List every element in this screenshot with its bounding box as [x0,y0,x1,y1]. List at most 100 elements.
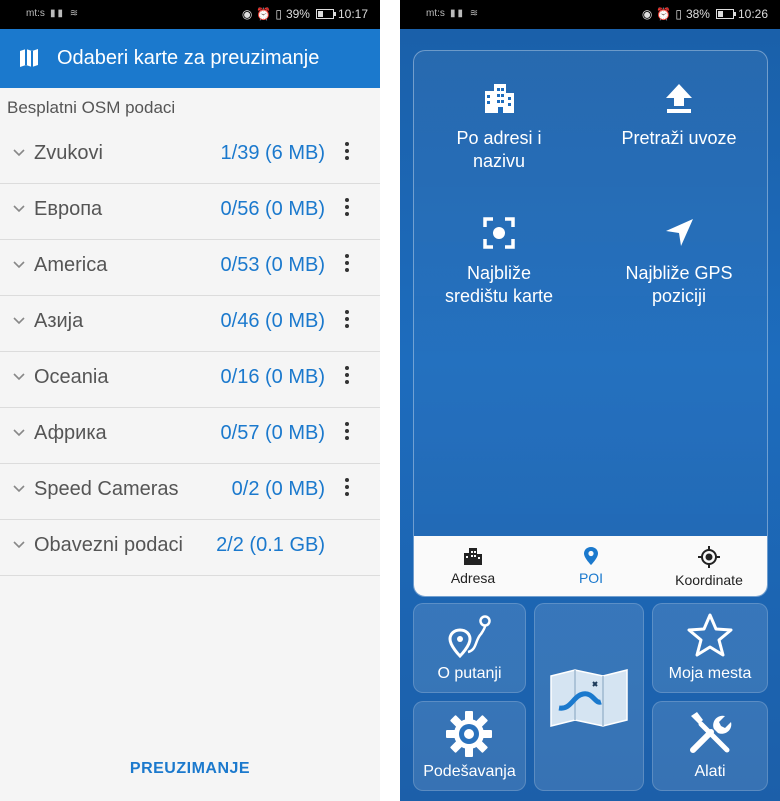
map-group-row[interactable]: Европа 0/56 (0 MB) [0,184,380,240]
vibrate-icon: ▯ [675,7,682,21]
option-label: Po adresi i [456,128,542,148]
map-group-name: Африка [34,422,107,444]
route-pin-icon [448,615,491,659]
signal-icons: ▮▮ ≋ [50,8,81,19]
chevron-down-icon [13,373,25,381]
more-vert-icon[interactable] [344,478,350,500]
map-group-name: America [34,254,108,276]
crosshair-icon [698,546,720,568]
map-icon [20,49,38,67]
chevron-down-icon [13,485,25,493]
map-tile[interactable] [534,603,644,791]
status-time: 10:26 [737,7,768,21]
left-screen: mt:s ▮▮ ≋ ◉ ⏰ ▯ 39% 10:17 Odaberi karte … [0,0,380,801]
more-vert-icon[interactable] [344,198,350,220]
option-label: Najbliže GPS [625,263,733,283]
map-group-row[interactable]: Африка 0/57 (0 MB) [0,408,380,464]
folded-map-icon [550,669,628,727]
chevron-down-icon [13,541,25,549]
status-time: 10:17 [337,7,368,21]
map-group-count: 2/2 (0.1 GB) [216,534,325,556]
tools-icon [690,712,732,753]
download-button[interactable]: PREUZIMANJE [0,760,380,778]
map-group-count: 0/53 (0 MB) [220,254,325,276]
signal-icons: ▮▮ ≋ [450,8,481,19]
star-icon [687,613,733,657]
vibrate-icon: ▯ [275,7,282,21]
map-group-count: 0/2 (0 MB) [231,478,325,500]
map-pin-icon [584,547,598,565]
map-group-row[interactable]: Obavezni podaci 2/2 (0.1 GB) [0,520,380,576]
status-bar: mt:s ▮▮ ≋ ◉ ⏰ ▯ 38% 10:26 [400,0,780,29]
page-title: Odaberi karte za preuzimanje [57,47,320,69]
search-panel: Po adresi i nazivu Pretraži uvoze Najbli… [413,50,768,597]
route-tile[interactable]: O putanji [413,603,526,693]
map-group-row[interactable]: Oceania 0/16 (0 MB) [0,352,380,408]
battery-percent: 38% [685,7,710,21]
battery-icon [715,9,736,19]
search-imports-option[interactable]: Pretraži uvoze [594,81,764,150]
tile-label: Podešavanja [423,763,516,780]
map-group-name: Европа [34,198,103,220]
battery-icon [315,9,336,19]
more-vert-icon[interactable] [344,142,350,164]
option-label: Najbliže [466,263,532,283]
map-group-row[interactable]: America 0/53 (0 MB) [0,240,380,296]
chevron-down-icon [13,317,25,325]
favorites-tile[interactable]: Moja mesta [652,603,768,693]
map-group-name: Zvukovi [34,142,103,164]
map-group-name: Oceania [34,366,109,388]
section-heading: Besplatni OSM podaci [7,98,176,117]
building-icon [485,84,514,113]
right-screen: mt:s ▮▮ ≋ ◉ ⏰ ▯ 38% 10:26 Po adresi i na… [400,0,780,801]
tile-label: O putanji [437,665,502,682]
map-group-row[interactable]: Азија 0/46 (0 MB) [0,296,380,352]
eye-icon: ◉ [641,7,653,21]
tab-label: POI [578,570,604,586]
settings-tile[interactable]: Podešavanja [413,701,526,791]
map-group-count: 0/16 (0 MB) [220,366,325,388]
tile-label: Alati [694,763,726,780]
map-group-name: Азија [34,310,84,332]
app-bar: Odaberi karte za preuzimanje [0,29,380,88]
battery-percent: 39% [285,7,310,21]
more-vert-icon[interactable] [344,254,350,276]
map-group-count: 1/39 (6 MB) [220,142,325,164]
map-group-name: Obavezni podaci [34,534,183,556]
tab-coordinates[interactable]: Koordinate [650,536,767,596]
carrier-label: mt:s [26,8,45,19]
option-label: Pretraži uvoze [621,128,737,148]
chevron-down-icon [13,205,25,213]
building-icon [464,548,482,565]
map-group-row[interactable]: Zvukovi 1/39 (6 MB) [0,128,380,184]
map-group-count: 0/56 (0 MB) [220,198,325,220]
option-label-line2: poziciji [651,286,707,306]
alarm-icon: ⏰ [256,7,272,21]
map-group-count: 0/57 (0 MB) [220,422,325,444]
nearest-map-center-option[interactable]: Najbliže središtu karte [414,216,584,308]
chevron-down-icon [13,261,25,269]
option-label-line2: nazivu [472,151,526,171]
option-label-line2: središtu karte [444,286,554,306]
search-by-address-option[interactable]: Po adresi i nazivu [414,81,584,173]
tab-poi[interactable]: POI [532,536,650,596]
navigation-arrow-icon [666,219,693,246]
tab-address[interactable]: Adresa [414,536,532,596]
chevron-down-icon [13,429,25,437]
focus-center-icon [483,217,515,249]
nearest-gps-option[interactable]: Najbliže GPS poziciji [594,216,764,308]
tab-label: Koordinate [675,572,743,588]
gear-icon [446,711,492,757]
tools-tile[interactable]: Alati [652,701,768,791]
tab-label: Adresa [450,570,496,586]
more-vert-icon[interactable] [344,366,350,388]
eye-icon: ◉ [241,7,253,21]
map-group-count: 0/46 (0 MB) [220,310,325,332]
tile-label: Moja mesta [668,665,752,682]
map-group-name: Speed Cameras [34,478,179,500]
map-group-row[interactable]: Speed Cameras 0/2 (0 MB) [0,464,380,520]
carrier-label: mt:s [426,8,445,19]
search-tab-bar: Adresa POI Koordinate [414,536,767,596]
more-vert-icon[interactable] [344,310,350,332]
more-vert-icon[interactable] [344,422,350,444]
